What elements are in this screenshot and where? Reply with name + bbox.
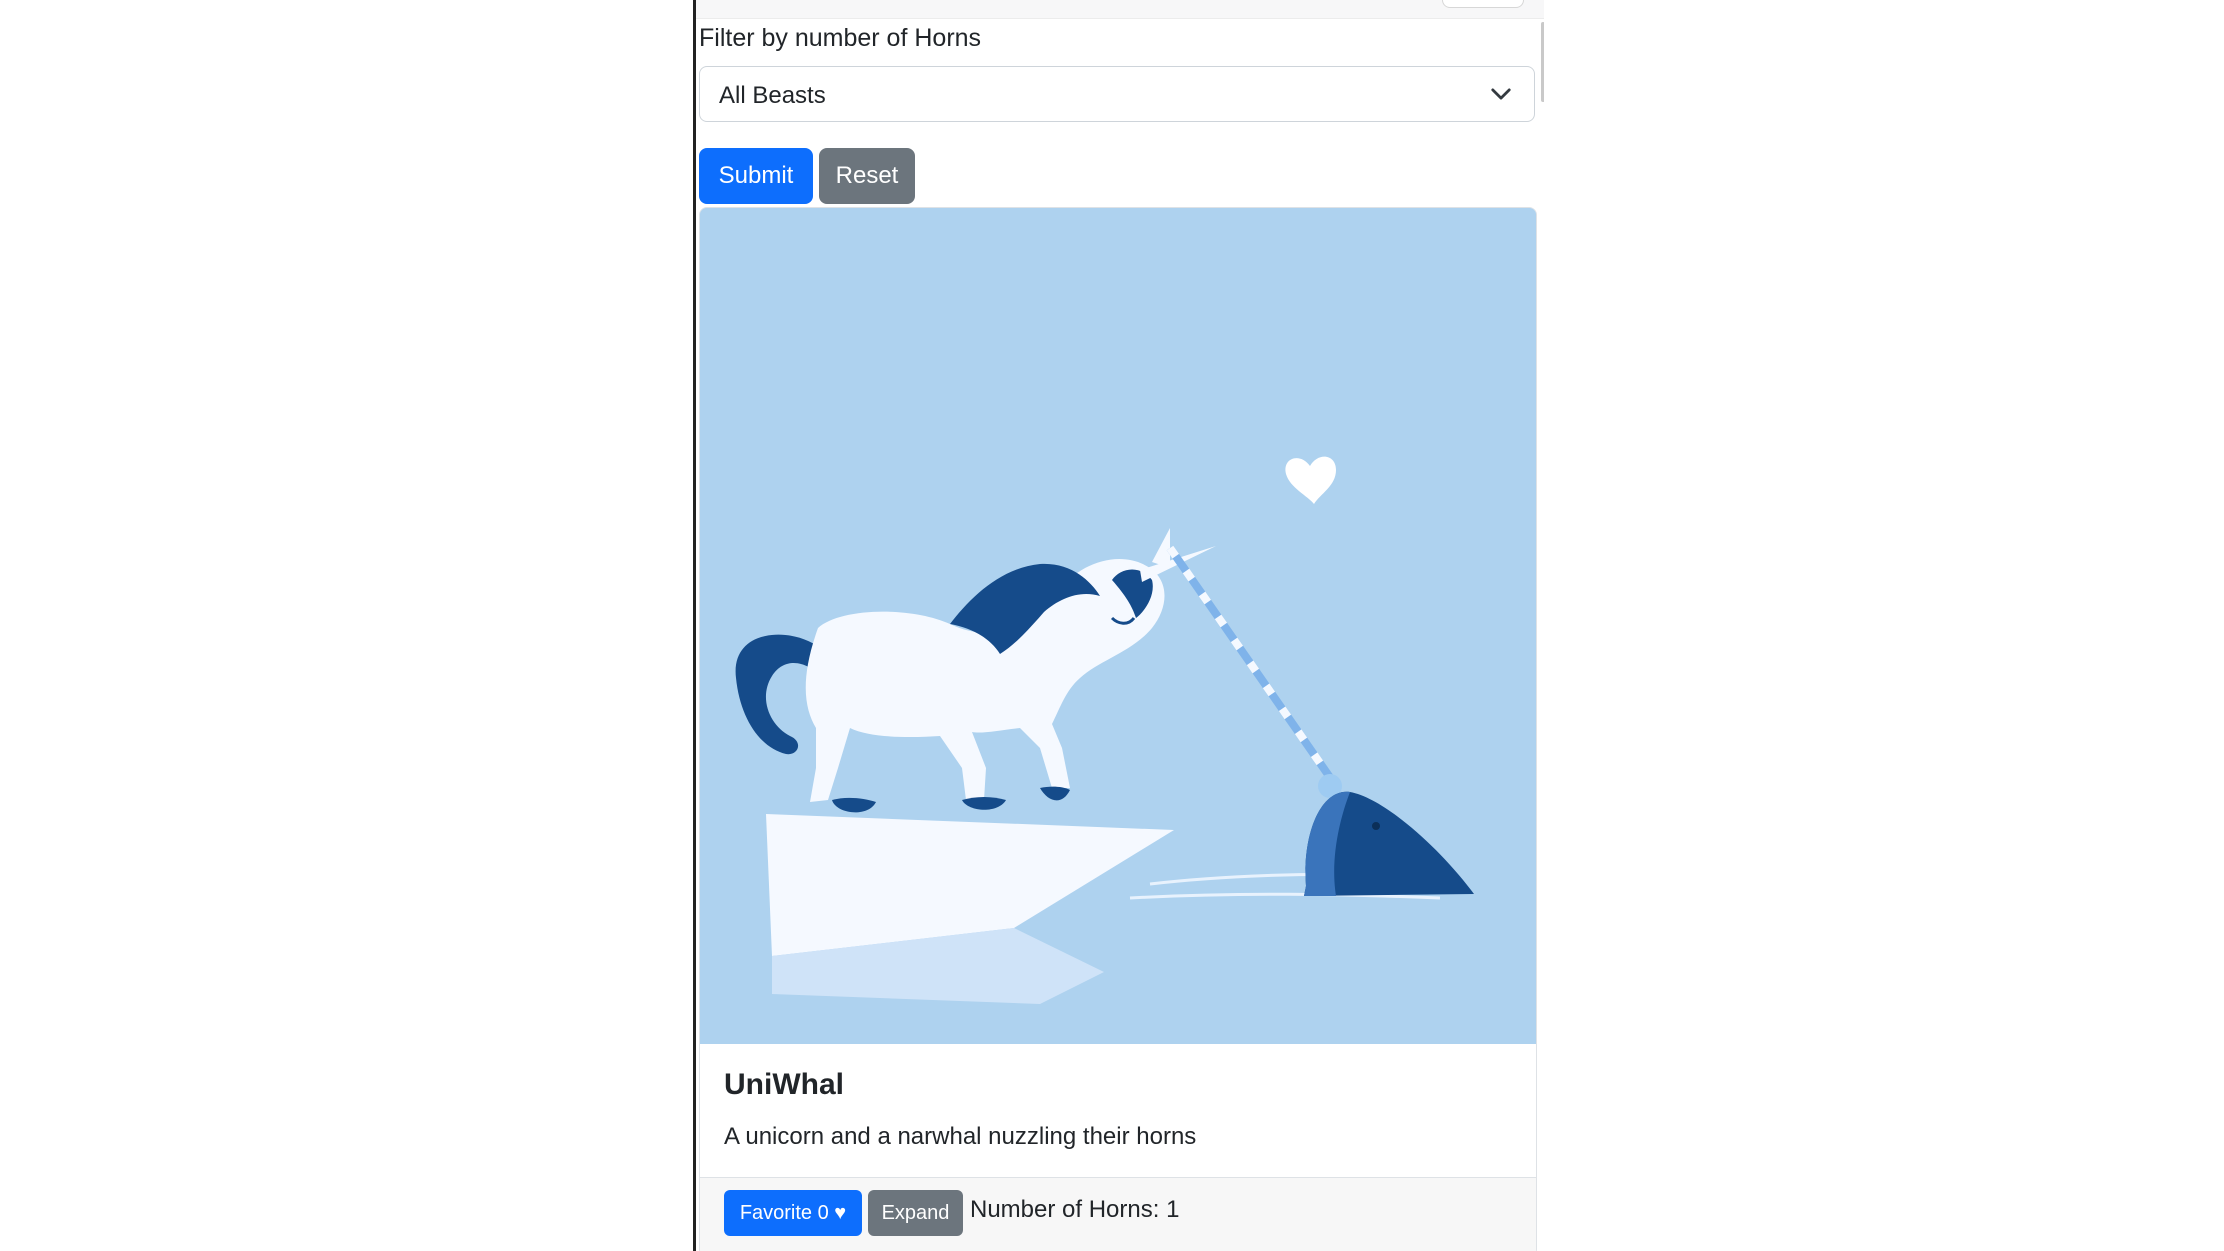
top-control-stub[interactable] [1442, 0, 1524, 8]
browser-viewport: Filter by number of Horns All Beasts Sub… [693, 0, 1544, 1251]
chevron-down-icon [1491, 88, 1511, 100]
scrollbar[interactable] [1541, 22, 1544, 102]
reset-button[interactable]: Reset [819, 148, 915, 204]
horns-filter-select[interactable]: All Beasts [699, 66, 1535, 122]
uniwhal-image[interactable] [700, 208, 1537, 1044]
card-title: UniWhal [724, 1068, 844, 1101]
horns-count-text: Number of Horns: 1 [970, 1196, 1180, 1223]
submit-button[interactable]: Submit [699, 148, 813, 204]
horns-filter-value: All Beasts [719, 82, 826, 109]
favorite-button[interactable]: Favorite 0 ♥ [724, 1190, 862, 1236]
top-strip [696, 0, 1544, 19]
expand-button[interactable]: Expand [868, 1190, 963, 1236]
filter-label: Filter by number of Horns [699, 24, 982, 52]
card-description: A unicorn and a narwhal nuzzling their h… [724, 1123, 1197, 1150]
card-footer: Favorite 0 ♥ Expand Number of Horns: 1 [700, 1177, 1536, 1251]
beast-card: UniWhal A unicorn and a narwhal nuzzling… [699, 207, 1537, 1251]
